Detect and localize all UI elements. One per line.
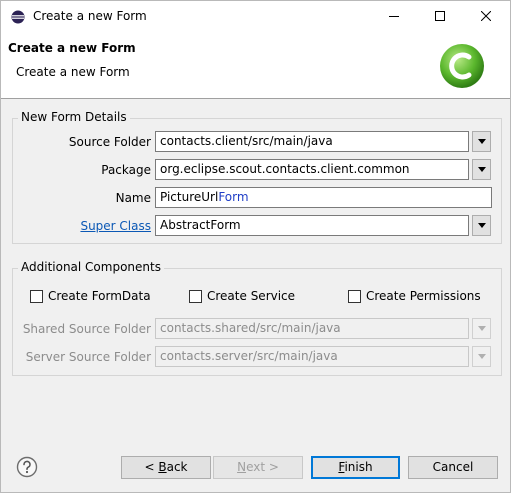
cancel-button[interactable]: Cancel [408, 456, 498, 479]
back-mnemonic: B [158, 460, 167, 474]
create-formdata-checkbox[interactable]: Create FormData [30, 289, 151, 303]
group-title: Additional Components [18, 260, 164, 274]
shared-source-folder-value: contacts.shared/src/main/java [160, 321, 341, 335]
super-class-value: AbstractForm [160, 218, 241, 232]
banner-title: Create a new Form [8, 41, 136, 55]
next-mnemonic: N [237, 460, 247, 474]
package-field[interactable]: org.eclipse.scout.contacts.client.common [155, 159, 469, 180]
minimize-button[interactable] [371, 1, 417, 32]
wizard-banner: Create a new Form Create a new Form [1, 32, 510, 99]
create-service-checkbox[interactable]: Create Service [189, 289, 295, 303]
shared-source-folder-dropdown [472, 318, 491, 339]
back-prefix: < [144, 460, 159, 474]
create-permissions-checkbox[interactable]: Create Permissions [348, 289, 481, 303]
close-button[interactable] [463, 1, 509, 32]
source-folder-dropdown[interactable] [472, 131, 491, 152]
server-source-folder-value: contacts.server/src/main/java [160, 349, 338, 363]
minimize-icon [389, 16, 399, 17]
maximize-icon [435, 11, 445, 21]
super-class-dropdown[interactable] [472, 215, 491, 236]
eclipse-icon [11, 10, 25, 24]
close-icon [481, 11, 491, 21]
name-value-prefix: PictureUrl [160, 190, 219, 204]
name-label: Name [115, 191, 151, 205]
package-label: Package [101, 163, 151, 177]
chevron-down-icon [478, 139, 486, 144]
shared-source-folder-field: contacts.shared/src/main/java [155, 318, 469, 339]
chevron-down-icon [478, 354, 486, 359]
source-folder-field[interactable]: contacts.client/src/main/java [155, 131, 469, 152]
checkbox-box[interactable] [348, 289, 361, 303]
name-field[interactable]: PictureUrlForm [155, 187, 492, 208]
name-value-suffix: Form [218, 190, 249, 204]
chevron-down-icon [478, 223, 486, 228]
shared-source-folder-label: Shared Source Folder [22, 322, 151, 336]
create-service-label: Create Service [207, 289, 296, 303]
next-button: Next > [213, 456, 303, 479]
server-source-folder-field: contacts.server/src/main/java [155, 346, 469, 367]
next-rest: ext > [246, 460, 279, 474]
create-formdata-label: Create FormData [48, 289, 151, 303]
back-button[interactable]: < Back [121, 456, 211, 479]
scout-logo-icon [440, 44, 484, 88]
chevron-down-icon [478, 167, 486, 172]
source-folder-value: contacts.client/src/main/java [160, 134, 333, 148]
package-value: org.eclipse.scout.contacts.client.common [160, 162, 410, 176]
package-dropdown[interactable] [472, 159, 491, 180]
finish-rest: inish [344, 460, 373, 474]
super-class-link[interactable]: Super Class [41, 219, 151, 233]
create-permissions-label: Create Permissions [366, 289, 481, 303]
banner-message: Create a new Form [16, 65, 130, 79]
back-rest: ack [166, 460, 188, 474]
group-title: New Form Details [18, 110, 130, 124]
super-class-field[interactable]: AbstractForm [155, 215, 469, 236]
source-folder-label: Source Folder [68, 135, 151, 149]
server-source-folder-label: Server Source Folder [25, 350, 151, 364]
server-source-folder-dropdown [472, 346, 491, 367]
checkbox-box[interactable] [189, 289, 202, 303]
title-bar: Create a new Form [1, 1, 510, 32]
wizard-window: Create a new Form Create a new Form Crea… [0, 0, 511, 493]
window-title: Create a new Form [33, 9, 147, 23]
maximize-button[interactable] [417, 1, 463, 32]
help-icon[interactable] [16, 456, 38, 478]
finish-button[interactable]: Finish [311, 456, 400, 479]
chevron-down-icon [478, 326, 486, 331]
checkbox-box[interactable] [30, 289, 43, 303]
